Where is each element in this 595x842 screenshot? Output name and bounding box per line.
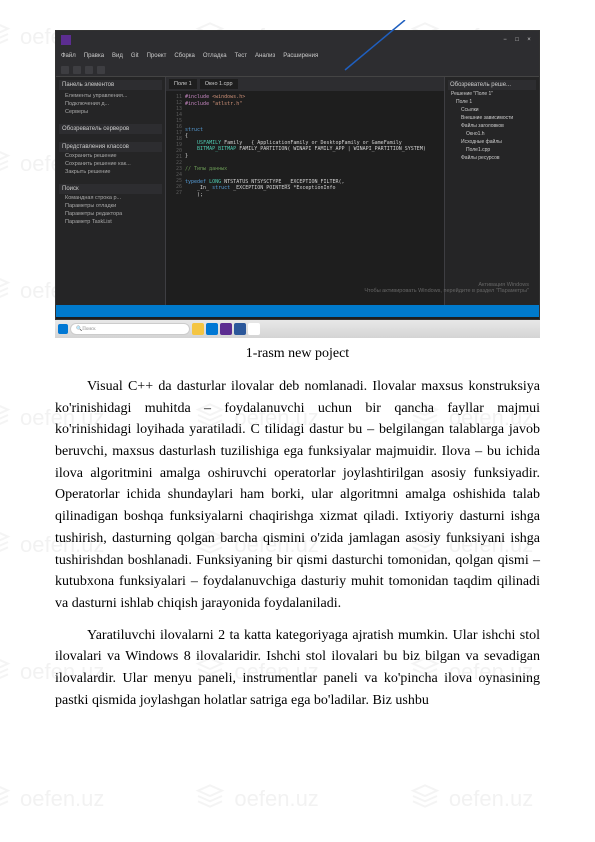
menu-debug[interactable]: Отладка bbox=[203, 53, 227, 59]
menu-file[interactable]: Файл bbox=[61, 53, 76, 59]
class-view-title[interactable]: Представления классов bbox=[59, 142, 162, 152]
panel-item[interactable]: Сохранить решение как... bbox=[59, 160, 162, 168]
search-placeholder: Поиск bbox=[82, 327, 95, 332]
maximize-icon[interactable]: □ bbox=[512, 35, 522, 45]
paragraph-2: Yaratiluvchi ilovalarni 2 ta katta kateg… bbox=[55, 625, 540, 712]
panel-item[interactable]: Сохранить решение bbox=[59, 152, 162, 160]
taskbar-app-icon[interactable] bbox=[234, 323, 246, 335]
panel-item[interactable]: Параметры редактора bbox=[59, 210, 162, 218]
tree-item[interactable]: Файлы заголовков bbox=[448, 122, 536, 130]
toolbox-panel-title[interactable]: Панель элементов bbox=[59, 80, 162, 90]
menu-project[interactable]: Проект bbox=[147, 53, 167, 59]
search-panel-title[interactable]: Поиск bbox=[59, 184, 162, 194]
annotation-arrow-icon bbox=[340, 20, 410, 75]
taskbar-app-icon[interactable] bbox=[206, 323, 218, 335]
paragraph-1: Visual C++ da dasturlar ilovalar deb nom… bbox=[55, 376, 540, 615]
panel-item[interactable]: Закрыть решение bbox=[59, 168, 162, 176]
toolbox-item[interactable]: Подключения д... bbox=[59, 100, 162, 108]
editor-tabs: Поле 1 Окно 1.cpp bbox=[166, 77, 444, 91]
ide-statusbar bbox=[56, 305, 539, 317]
tree-item[interactable]: Решение "Поле 1" bbox=[448, 90, 536, 98]
tree-item[interactable]: Ссылки bbox=[448, 106, 536, 114]
minimize-icon[interactable]: − bbox=[500, 35, 510, 45]
close-icon[interactable]: × bbox=[524, 35, 534, 45]
taskbar-app-icon[interactable] bbox=[220, 323, 232, 335]
solution-explorer-title[interactable]: Обозреватель реше... bbox=[448, 80, 536, 90]
menu-git[interactable]: Git bbox=[131, 53, 139, 59]
panel-item[interactable]: Командная строка р... bbox=[59, 194, 162, 202]
toolbar-btn[interactable] bbox=[73, 66, 81, 74]
solution-explorer: Обозреватель реше... Решение "Поле 1" По… bbox=[444, 77, 539, 305]
menu-analyze[interactable]: Анализ bbox=[255, 53, 275, 59]
panel-item[interactable]: Параметры отладки bbox=[59, 202, 162, 210]
menu-test[interactable]: Тест bbox=[235, 53, 247, 59]
tree-item[interactable]: Поле 1 bbox=[448, 98, 536, 106]
toolbar-btn[interactable] bbox=[97, 66, 105, 74]
menu-view[interactable]: Вид bbox=[112, 53, 123, 59]
panel-item[interactable]: Параметр TaskList bbox=[59, 218, 162, 226]
toolbar-btn[interactable] bbox=[85, 66, 93, 74]
tree-item[interactable]: Внешние зависимости bbox=[448, 114, 536, 122]
menu-edit[interactable]: Правка bbox=[84, 53, 104, 59]
ide-toolbar bbox=[56, 63, 539, 77]
code-content: #include <windows.h> #include "atlstr.h"… bbox=[185, 94, 426, 302]
window-controls: − □ × bbox=[500, 35, 534, 45]
tree-item[interactable]: Исходные файлы bbox=[448, 138, 536, 146]
editor-tab[interactable]: Поле 1 bbox=[169, 79, 197, 89]
server-explorer-title[interactable]: Обозреватель серверов bbox=[59, 124, 162, 134]
editor-tab[interactable]: Окно 1.cpp bbox=[200, 79, 238, 89]
start-button-icon[interactable] bbox=[58, 324, 68, 334]
tree-item[interactable]: Поле1.cpp bbox=[448, 146, 536, 154]
menu-build[interactable]: Сборка bbox=[174, 53, 195, 59]
toolbar-btn[interactable] bbox=[61, 66, 69, 74]
windows-activation-notice: Активация Windows Чтобы активировать Win… bbox=[364, 282, 529, 294]
ide-left-panel: Панель элементов Eлементы управления... … bbox=[56, 77, 166, 305]
ide-window: − □ × Файл Правка Вид Git Проект Сборка … bbox=[55, 30, 540, 320]
line-gutter: 1112131415161718192021222324252627 bbox=[169, 94, 185, 302]
figure-caption: 1-rasm new poject bbox=[55, 346, 540, 362]
taskbar-app-icon[interactable] bbox=[248, 323, 260, 335]
taskbar-app-icon[interactable] bbox=[192, 323, 204, 335]
ide-menubar: Файл Правка Вид Git Проект Сборка Отладк… bbox=[56, 49, 539, 63]
screenshot-figure: − □ × Файл Правка Вид Git Проект Сборка … bbox=[55, 30, 540, 338]
ide-titlebar: − □ × bbox=[56, 31, 539, 49]
tree-item[interactable]: Файлы ресурсов bbox=[448, 154, 536, 162]
code-editor[interactable]: 1112131415161718192021222324252627 #incl… bbox=[166, 91, 444, 305]
windows-taskbar: 🔍 Поиск bbox=[55, 320, 540, 338]
taskbar-search[interactable]: 🔍 Поиск bbox=[70, 323, 190, 335]
visual-studio-logo-icon bbox=[61, 35, 71, 45]
menu-extensions[interactable]: Расширения bbox=[283, 53, 318, 59]
tree-item[interactable]: Окно1.h bbox=[448, 130, 536, 138]
toolbox-item[interactable]: Eлементы управления... bbox=[59, 92, 162, 100]
toolbox-item[interactable]: Серверы bbox=[59, 108, 162, 116]
